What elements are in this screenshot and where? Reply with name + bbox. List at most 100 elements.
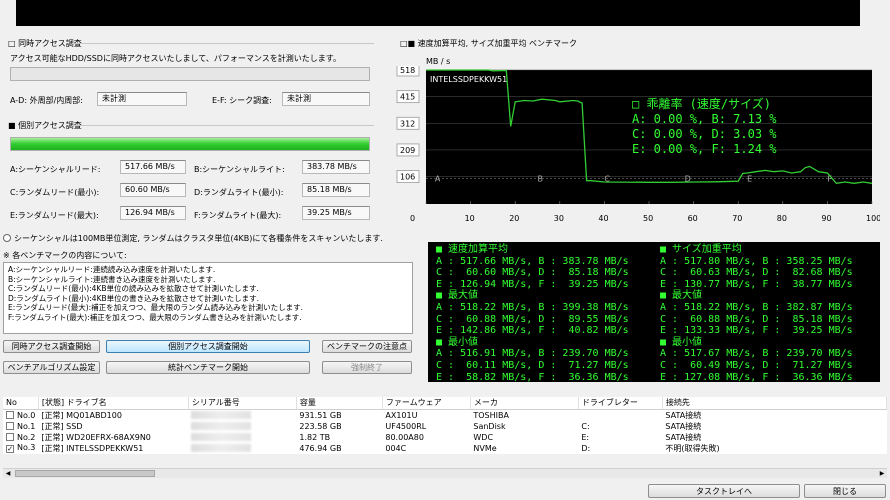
readout-line: ■ 速度加算平均 bbox=[436, 244, 509, 255]
col-header[interactable]: 接続先 bbox=[662, 397, 888, 410]
drive-maker: NVMe bbox=[473, 443, 497, 453]
radio-icon[interactable] bbox=[3, 234, 11, 242]
readout-line: C : 60.88 MB/s, D : 89.55 MB/s bbox=[436, 313, 629, 325]
drive-maker: SanDisk bbox=[473, 421, 506, 431]
deviation-line: E: 0.00 %, F: 1.24 % bbox=[632, 142, 777, 156]
row-no[interactable]: No.0 bbox=[3, 409, 38, 421]
desc-line: A:シーケンシャルリード:連続読み込み速度を計測いたします. bbox=[8, 265, 216, 274]
drive-connection: SATA接続 bbox=[665, 421, 702, 431]
scrollbar-thumb[interactable] bbox=[15, 470, 155, 477]
seq-write-label: B:シーケンシャルライト: bbox=[194, 165, 285, 174]
scan-option-radio[interactable]: シーケンシャルは100MB単位測定, ランダムはクラスタ単位(4KB)にて各種条… bbox=[3, 233, 383, 244]
phase-letter: E bbox=[747, 175, 752, 184]
col-header[interactable]: メーカ bbox=[470, 397, 579, 410]
drive-name: [正常] INTELSSDPEKKW51 bbox=[41, 443, 144, 453]
drive-letter: E: bbox=[581, 432, 590, 442]
rand-write-max-label: F:ランダムライト(最大): bbox=[194, 211, 282, 220]
seq-read-label: A:シーケンシャルリード: bbox=[10, 165, 101, 174]
serial-redacted bbox=[188, 443, 296, 454]
desc-line: E:ランダムリード(最大):補正を加えつつ、最大限のランダム読み込みを計測いたし… bbox=[8, 303, 304, 313]
readout-line: ■ 最小値 bbox=[660, 336, 703, 348]
readout-line: E : 142.86 MB/s, F : 40.82 MB/s bbox=[436, 325, 629, 337]
scroll-right-arrow-icon[interactable]: ▶ bbox=[877, 469, 887, 478]
blurred-serial bbox=[191, 422, 252, 430]
drive-firmware: UF4500RL bbox=[385, 421, 427, 431]
readout-line: A : 517.67 MB/s, B : 239.70 MB/s bbox=[660, 348, 853, 360]
col-header[interactable]: 容量 bbox=[296, 397, 383, 410]
col-header[interactable]: No bbox=[3, 397, 39, 410]
phase-letter: B bbox=[538, 175, 544, 184]
y-tick-label: 415 bbox=[400, 93, 415, 102]
readout-line: C : 60.60 MB/s, D : 85.18 MB/s bbox=[436, 267, 629, 279]
table-row[interactable]: No.0 [正常] MQ01ABD100 931.51 GB AX101U TOSHIB… bbox=[3, 409, 887, 421]
y-tick-label: 106 bbox=[400, 173, 415, 182]
table-row[interactable]: No.2 [正常] WD20EFRX-68AX9N0 1.82 TB 80.00A80… bbox=[3, 432, 887, 443]
row-no[interactable]: ✓ No.3 bbox=[3, 443, 38, 454]
col-header[interactable]: [状態] ドライブ名 bbox=[38, 397, 189, 410]
readout-line: A : 518.22 MB/s, B : 382.87 MB/s bbox=[660, 301, 853, 313]
drive-name: [正常] WD20EFRX-68AX9N0 bbox=[41, 432, 151, 442]
drive-checkbox[interactable] bbox=[6, 421, 14, 430]
close-button[interactable]: 閉じる bbox=[804, 484, 886, 498]
col-header[interactable]: シリアル番号 bbox=[188, 397, 297, 410]
phase-letter: A bbox=[435, 175, 441, 184]
readout-line: ■ サイズ加重平均 bbox=[660, 244, 742, 255]
serial-redacted bbox=[188, 421, 296, 432]
scan-option-label: シーケンシャルは100MB単位測定, ランダムはクラスタ単位(4KB)にて各種条… bbox=[14, 234, 383, 243]
algorithm-settings-button[interactable]: ベンチアルゴリズム設定 bbox=[3, 361, 100, 374]
row-no[interactable]: No.2 bbox=[3, 432, 38, 443]
rand-write-min-label: D:ランダムライト(最小): bbox=[194, 188, 284, 197]
scroll-left-arrow-icon[interactable]: ◀ bbox=[3, 469, 13, 478]
stats-benchmark-start-button[interactable]: 統計ベンチマーク開始 bbox=[106, 361, 310, 374]
simultaneous-start-button[interactable]: 同時アクセス調査開始 bbox=[3, 340, 100, 353]
x-tick-label: 80 bbox=[777, 214, 787, 223]
force-stop-button: 強制終了 bbox=[322, 361, 412, 374]
drive-name: [正常] MQ01ABD100 bbox=[41, 410, 122, 420]
rand-read-min-value: 60.60 MB/s bbox=[120, 183, 186, 197]
ef-label: E-F: シーク調査: bbox=[212, 96, 272, 105]
x-tick-label: 20 bbox=[509, 214, 519, 223]
drive-capacity: 476.94 GB bbox=[299, 443, 342, 453]
drive-letter: D: bbox=[581, 443, 591, 453]
ad-label: A-D: 外周部/内周部: bbox=[10, 96, 83, 105]
individual-start-button[interactable]: 個別アクセス調査開始 bbox=[106, 340, 310, 353]
drive-letter bbox=[578, 409, 662, 421]
benchmark-notes-button[interactable]: ベンチマークの注意点 bbox=[322, 340, 412, 353]
deviation-line: C: 0.00 %, D: 3.03 % bbox=[632, 127, 777, 141]
table-horizontal-scrollbar[interactable]: ◀ ▶ bbox=[3, 468, 887, 478]
seq-write-value: 383.78 MB/s bbox=[302, 160, 370, 174]
table-row[interactable]: ✓ No.3 [正常] INTELSSDPEKKW51 476.94 GB 004C NV… bbox=[3, 443, 887, 454]
table-row[interactable]: No.1 [正常] SSD 223.58 GB UF4500RL SanDisk C: SA… bbox=[3, 421, 887, 432]
col-header[interactable]: ファームウェア bbox=[382, 397, 471, 410]
x-tick-label: 100 bbox=[866, 214, 880, 223]
simultaneous-progress-bar bbox=[10, 67, 370, 81]
blurred-serial bbox=[191, 433, 252, 441]
drive-name: [正常] SSD bbox=[41, 421, 83, 431]
deviation-line: A: 0.00 %, B: 7.13 % bbox=[632, 112, 777, 126]
results-readout: ■ 速度加算平均 A : 517.66 MB/s, B : 383.78 MB/s… bbox=[428, 242, 880, 383]
drive-connection: SATA接続 bbox=[665, 432, 702, 442]
blurred-serial bbox=[191, 411, 252, 419]
drive-checkbox[interactable]: ✓ bbox=[6, 445, 14, 453]
drive-checkbox[interactable] bbox=[6, 432, 14, 441]
task-tray-button[interactable]: タスクトレイへ bbox=[648, 484, 800, 498]
readout-line: E : 58.82 MB/s, F : 36.36 MB/s bbox=[436, 371, 629, 383]
desc-line: B:シーケンシャルライト:連続書き込み速度を計測いたします. bbox=[8, 274, 216, 284]
simultaneous-group-title: □ 同時アクセス調査 bbox=[8, 39, 82, 48]
readout-line: ■ 最大値 bbox=[436, 290, 479, 302]
drive-no: No.1 bbox=[17, 421, 36, 431]
drive-checkbox[interactable] bbox=[6, 410, 14, 419]
readout-line: C : 60.63 MB/s, D : 82.68 MB/s bbox=[660, 267, 853, 279]
row-no[interactable]: No.1 bbox=[3, 421, 38, 432]
rand-read-min-label: C:ランダムリード(最小): bbox=[10, 188, 100, 197]
serial-redacted bbox=[188, 409, 296, 421]
group-divider bbox=[72, 43, 374, 44]
x-tick-label: 0 bbox=[410, 214, 415, 223]
ef-value: 未計測 bbox=[282, 92, 370, 106]
col-header[interactable]: ドライブレター bbox=[578, 397, 663, 410]
x-tick-label: 90 bbox=[821, 214, 831, 223]
group-divider bbox=[72, 125, 374, 126]
readout-line: A : 517.80 MB/s, B : 358.25 MB/s bbox=[660, 255, 853, 267]
drive-capacity: 223.58 GB bbox=[299, 421, 342, 431]
drive-connection: 不明(取得失敗) bbox=[665, 443, 720, 453]
